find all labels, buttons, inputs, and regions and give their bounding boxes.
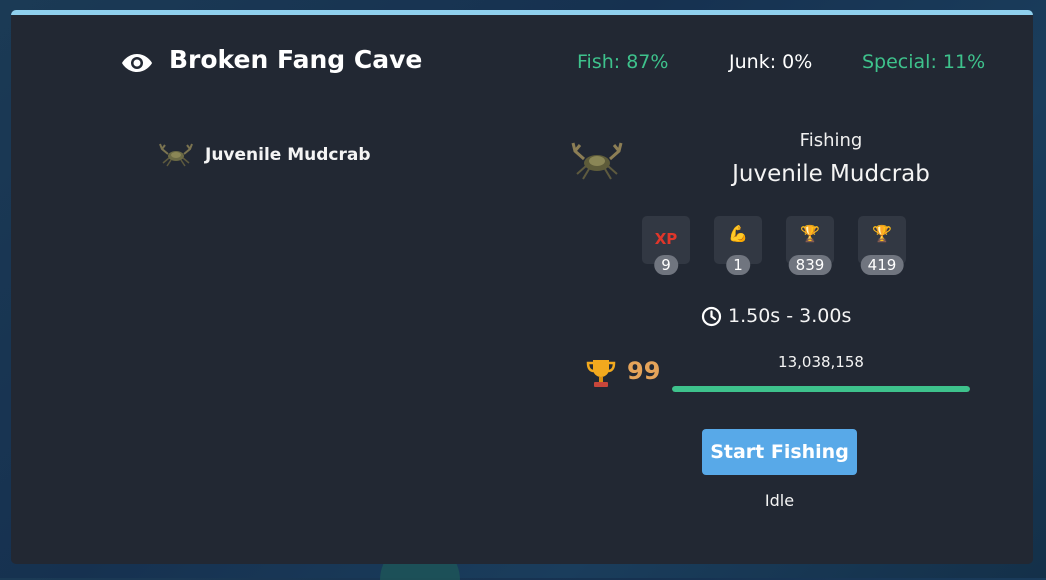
- junk-chance: Junk: 0%: [729, 51, 813, 73]
- pool-xp-badge: 🏆 419: [858, 216, 906, 275]
- mastery-trophy-icon: 🏆: [800, 224, 820, 243]
- strength-icon: 💪: [728, 224, 748, 243]
- action-status: Idle: [764, 491, 795, 510]
- xp-icon: XP: [654, 230, 678, 248]
- mastery-progress-fill: [672, 386, 970, 392]
- mastery-level: 99: [627, 357, 661, 385]
- target-fish-name: Juvenile Mudcrab: [732, 161, 930, 187]
- eye-icon[interactable]: [121, 51, 153, 75]
- strength-count: 1: [726, 255, 750, 275]
- xp-badge: XP 9: [642, 216, 690, 275]
- activity-label: Fishing: [799, 130, 863, 151]
- special-chance: Special: 11%: [862, 51, 986, 73]
- start-fishing-button[interactable]: Start Fishing: [702, 429, 857, 475]
- crab-icon: [159, 143, 193, 167]
- mastery-progress-bar: [672, 386, 970, 392]
- area-title: Broken Fang Cave: [169, 45, 423, 74]
- mastery-xp-count: 839: [788, 255, 832, 275]
- fishing-area-panel: Broken Fang Cave Fish: 87% Junk: 0% Spec…: [11, 10, 1033, 564]
- fish-chance: Fish: 87%: [577, 51, 669, 73]
- strength-badge: 💪 1: [714, 216, 762, 275]
- crab-icon: [571, 142, 623, 180]
- area-header: Broken Fang Cave Fish: 87% Junk: 0% Spec…: [11, 15, 1033, 115]
- action-duration: 1.50s - 3.00s: [701, 305, 851, 327]
- duration-text: 1.50s - 3.00s: [728, 305, 852, 327]
- pool-trophy-icon: 🏆: [872, 224, 892, 243]
- fish-list-item-label: Juvenile Mudcrab: [205, 145, 371, 165]
- pool-xp-count: 419: [860, 255, 904, 275]
- trophy-icon: [586, 360, 616, 387]
- clock-icon: [701, 306, 722, 326]
- mastery-xp-total: 13,038,158: [778, 353, 864, 371]
- fish-list-item[interactable]: Juvenile Mudcrab: [157, 139, 371, 171]
- xp-count: 9: [654, 255, 678, 275]
- mastery-xp-badge: 🏆 839: [786, 216, 834, 275]
